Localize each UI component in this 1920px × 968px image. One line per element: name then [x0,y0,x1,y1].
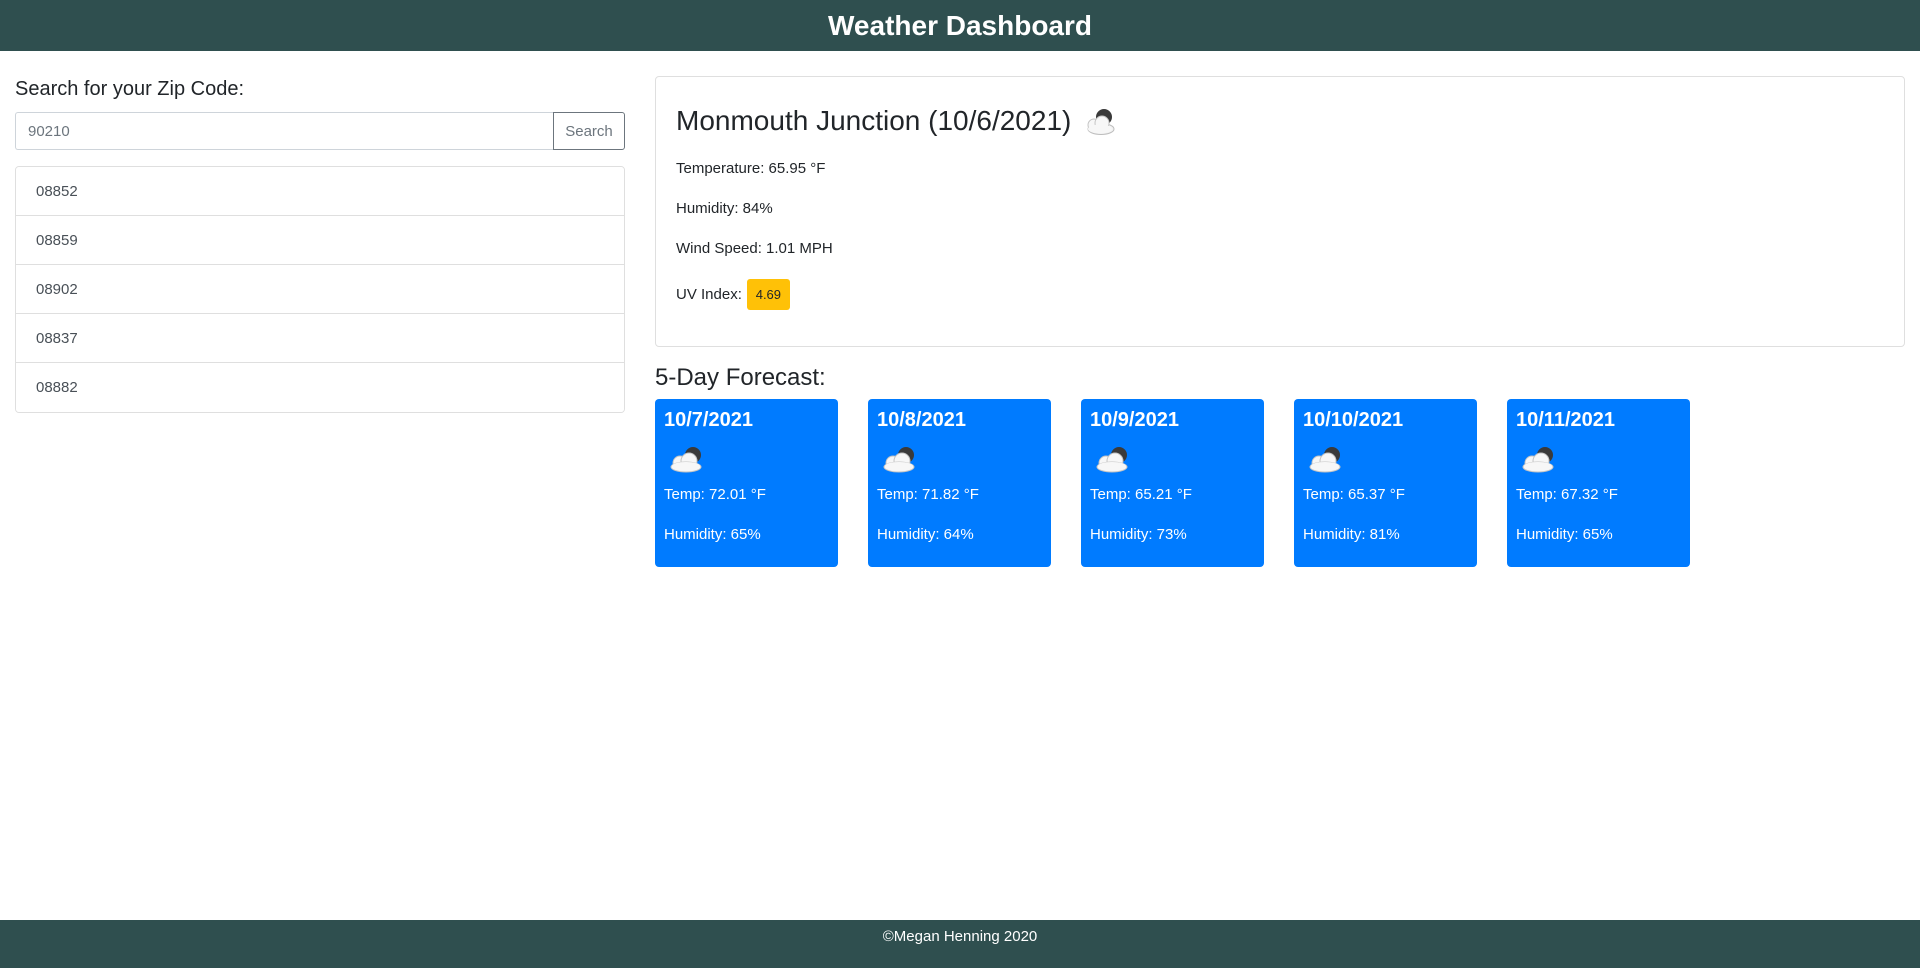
forecast-date: 10/10/2021 [1303,409,1404,431]
current-humidity: Humidity: 84% [676,200,773,217]
cloud-sun-icon [1090,443,1255,475]
forecast-humidity: Humidity: 65% [1516,526,1613,543]
uv-index-row: UV Index: 4.69 [676,279,1884,310]
forecast-humidity: Humidity: 65% [664,526,761,543]
search-button[interactable]: Search [553,112,625,150]
forecast-date: 10/9/2021 [1090,409,1179,431]
forecast-temp: Temp: 65.37 °F [1303,486,1405,503]
forecast-card: 10/10/2021 Temp: 65.37 °F Humidity: 81% [1294,399,1477,567]
current-weather-card: Monmouth Junction (10/6/2021) Temperatur… [655,76,1905,347]
cloud-sun-icon [1303,443,1468,475]
history-item[interactable]: 08837 [16,314,624,363]
forecast-card: 10/11/2021 Temp: 67.32 °F Humidity: 65% [1507,399,1690,567]
forecast-humidity: Humidity: 81% [1303,526,1400,543]
forecast-date: 10/8/2021 [877,409,966,431]
footer-bar: ©Megan Henning 2020 [0,920,1920,968]
search-panel: Search for your Zip Code: Search 08852 0… [15,78,625,413]
current-header: Monmouth Junction (10/6/2021) [676,103,1884,139]
page: Weather Dashboard Search for your Zip Co… [0,0,1920,968]
uv-index-badge: 4.69 [746,279,790,310]
forecast-humidity: Humidity: 64% [877,526,974,543]
forecast-temp: Temp: 72.01 °F [664,486,766,503]
forecast-temp: Temp: 71.82 °F [877,486,979,503]
forecast-card: 10/8/2021 Temp: 71.82 °F Humidity: 64% [868,399,1051,567]
forecast-date: 10/7/2021 [664,409,753,431]
history-item[interactable]: 08859 [16,216,624,265]
forecast-temp: Temp: 67.32 °F [1516,486,1618,503]
uv-index-label: UV Index: [676,286,742,303]
history-item[interactable]: 08852 [16,167,624,216]
cloud-sun-icon [1516,443,1681,475]
search-form: Search [15,112,625,150]
search-history-list: 08852 08859 08902 08837 08882 [15,166,625,413]
forecast-list: 10/7/2021 Temp: 72.01 °F Humidity: 65% 1… [655,399,1690,567]
search-label: Search for your Zip Code: [15,78,244,100]
header-bar: Weather Dashboard [0,0,1920,51]
footer-copyright: ©Megan Henning 2020 [882,927,1038,945]
cloud-sun-icon [1079,105,1119,137]
forecast-temp: Temp: 65.21 °F [1090,486,1192,503]
forecast-title: 5-Day Forecast: [655,364,826,391]
history-item[interactable]: 08882 [16,363,624,412]
history-item[interactable]: 08902 [16,265,624,314]
page-title: Weather Dashboard [828,9,1092,41]
city-title: Monmouth Junction (10/6/2021) [676,105,1072,136]
cloud-sun-icon [664,443,829,475]
current-wind-speed: Wind Speed: 1.01 MPH [676,240,833,257]
forecast-card: 10/7/2021 Temp: 72.01 °F Humidity: 65% [655,399,838,567]
cloud-sun-icon [877,443,1042,475]
current-temperature: Temperature: 65.95 °F [676,160,826,177]
zip-search-input[interactable] [15,112,553,150]
forecast-humidity: Humidity: 73% [1090,526,1187,543]
forecast-card: 10/9/2021 Temp: 65.21 °F Humidity: 73% [1081,399,1264,567]
forecast-date: 10/11/2021 [1516,409,1615,431]
